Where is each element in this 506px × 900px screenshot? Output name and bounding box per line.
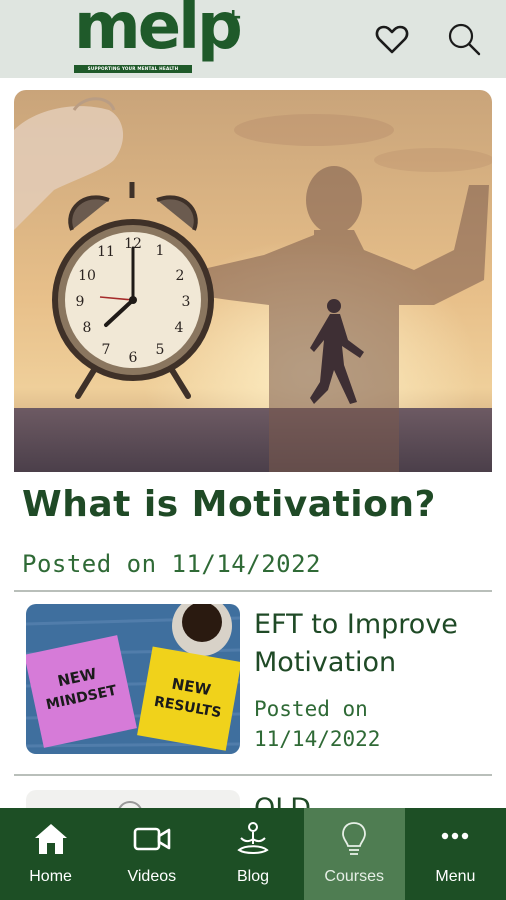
bottom-navigation: Home Videos Blog Courses Menu	[0, 808, 506, 900]
post-thumbnail[interactable]: NEW MINDSET NEW RESULTS	[26, 604, 240, 754]
svg-text:10: 10	[78, 268, 96, 284]
header-actions	[374, 21, 482, 57]
nav-label: Blog	[236, 868, 270, 885]
svg-text:7: 7	[102, 342, 111, 358]
svg-text:9: 9	[76, 294, 85, 310]
nav-label: Videos	[127, 868, 177, 885]
svg-text:8: 8	[83, 320, 92, 336]
svg-text:5: 5	[156, 342, 165, 358]
nav-menu[interactable]: Menu	[405, 808, 506, 900]
home-icon	[31, 820, 71, 858]
app-header: melp + SUPPORTING YOUR MENTAL HEALTH	[0, 0, 506, 78]
svg-text:11: 11	[97, 244, 115, 260]
search-icon[interactable]	[446, 21, 482, 57]
nav-label: Courses	[324, 868, 384, 885]
meditation-icon	[233, 820, 273, 858]
nav-videos[interactable]: Videos	[101, 808, 202, 900]
video-icon	[132, 820, 172, 858]
divider	[14, 590, 492, 592]
heart-icon[interactable]	[374, 21, 410, 57]
svg-text:1: 1	[156, 243, 165, 259]
nav-label: Home	[29, 868, 72, 885]
melp-logo[interactable]: melp + SUPPORTING YOUR MENTAL HEALTH	[74, 0, 244, 75]
post-title[interactable]: OLD	[254, 790, 311, 810]
feature-date: Posted on 11/14/2022	[22, 550, 321, 578]
svg-text:4: 4	[175, 320, 184, 336]
nav-label: Menu	[435, 868, 476, 885]
logo-wordmark: melp	[74, 0, 243, 64]
feature-image[interactable]: 12 1 2 345 678 9 10 11	[14, 90, 492, 472]
nav-home[interactable]: Home	[0, 808, 101, 900]
feature-title[interactable]: What is Motivation?	[22, 484, 436, 525]
post-date: Posted on 11/14/2022	[254, 697, 381, 751]
logo-plus: +	[224, 5, 243, 30]
post-thumbnail[interactable]	[26, 790, 240, 810]
nav-blog[interactable]: Blog	[202, 808, 303, 900]
svg-text:3: 3	[182, 294, 191, 310]
divider	[14, 774, 492, 776]
logo-tagline: SUPPORTING YOUR MENTAL HEALTH	[74, 65, 192, 73]
svg-text:6: 6	[129, 350, 138, 366]
post-title[interactable]: EFT to Improve Motivation	[254, 606, 490, 682]
svg-text:2: 2	[176, 268, 185, 284]
more-icon	[435, 820, 475, 858]
lightbulb-icon	[334, 820, 374, 858]
nav-courses[interactable]: Courses	[303, 808, 405, 900]
